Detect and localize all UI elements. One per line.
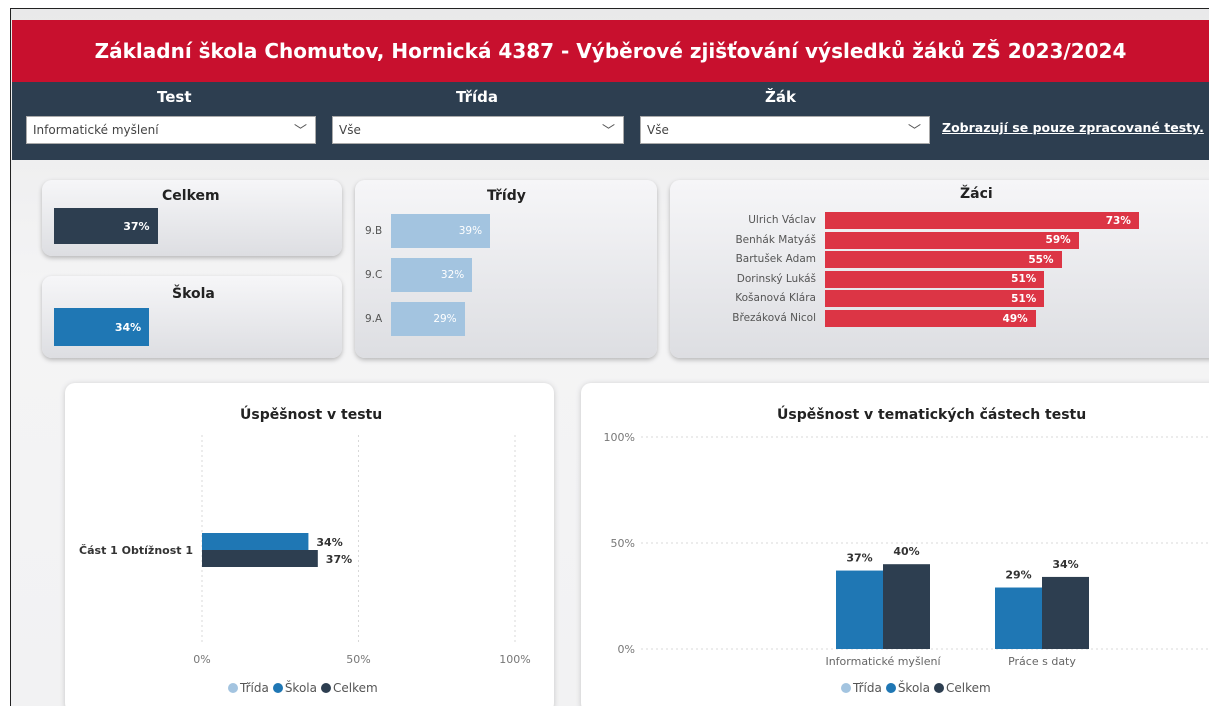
test-success-card: Úspěšnost v testu 0% 50% 100% Část 1 Obtížn… [65, 383, 554, 706]
tridy-bar-9b: 39% [391, 214, 491, 248]
chevron-down-icon[interactable]: ﹀ [294, 120, 307, 139]
zak-name-label: Ulrich Václav [748, 214, 816, 226]
tridy-bar-9a: 29% [391, 302, 465, 336]
tridy-title: Třídy [487, 188, 526, 204]
zak-score-bar[interactable]: 55% [825, 251, 1062, 269]
zak-filter-label: Žák [765, 88, 796, 106]
x-tick-label: 0% [193, 653, 210, 666]
zak-score-value: 51% [1011, 292, 1037, 305]
zak-name-label: Dorinský Lukáš [736, 272, 816, 285]
zak-select-value: Vše [647, 123, 669, 137]
tridy-card: Třídy 9.B 39% 9.C 32% 9.A 29% [355, 180, 657, 358]
y-tick-label: 0% [618, 643, 635, 656]
zak-score-value: 51% [1011, 273, 1037, 286]
legend-item-trida[interactable]: Třída [841, 681, 882, 695]
tridy-label-9b: 9.B [365, 225, 383, 237]
data-label: 34% [316, 536, 342, 549]
processed-tests-note[interactable]: Zobrazují se pouze zpracované testy. [942, 120, 1204, 135]
test-success-chart: 0% 50% 100% Část 1 Obtížnost 1 34% 37% [79, 435, 531, 666]
category-label: Práce s daty [1008, 655, 1076, 668]
data-label: 37% [326, 553, 352, 566]
bar-škola [995, 587, 1042, 649]
trida-select-value: Vše [339, 123, 361, 137]
data-label: 40% [893, 545, 919, 558]
zak-score-value: 55% [1028, 253, 1054, 266]
trida-select[interactable]: Vše ﹀ [332, 116, 624, 144]
legend-item-celkem[interactable]: Celkem [320, 681, 378, 695]
zak-score-bar[interactable]: 59% [825, 231, 1079, 249]
data-label: 37% [846, 552, 872, 565]
thematic-success-legend: Třída Škola Celkem [841, 681, 991, 695]
filter-bar: Test Informatické myšlení ﹀ Třída Vše ﹀ … [12, 82, 1209, 160]
zak-name-label: Košanová Klára [735, 292, 816, 305]
y-tick-label: 50% [611, 537, 635, 550]
bar-celkem [883, 564, 930, 649]
skola-title: Škola [172, 286, 215, 302]
zak-score-value: 73% [1105, 214, 1131, 227]
zak-name-label: Benhák Matyáš [735, 233, 816, 246]
tridy-value-9a: 29% [433, 313, 457, 325]
zak-score-bar[interactable]: 51% [825, 290, 1045, 308]
celkem-title: Celkem [162, 188, 220, 204]
test-select-value: Informatické myšlení [33, 123, 159, 137]
category-label: Část 1 Obtížnost 1 [79, 544, 193, 557]
zak-score-bar[interactable]: 73% [825, 212, 1139, 229]
zak-score-bar[interactable]: 51% [825, 270, 1045, 288]
celkem-value: 37% [123, 219, 150, 233]
report-title-bar: Základní škola Chomutov, Hornická 4387 -… [12, 20, 1209, 82]
bar-celkem [202, 550, 318, 567]
zaci-card: Žáci Ulrich Václav 73% Benhák Matyáš 59% Bar… [670, 180, 1209, 358]
zak-score-value: 49% [1002, 312, 1028, 325]
tridy-value-9b: 39% [458, 225, 483, 237]
zak-score-value: 59% [1045, 234, 1071, 247]
test-select[interactable]: Informatické myšlení ﹀ [26, 116, 316, 144]
zak-score-bar[interactable]: 49% [825, 310, 1036, 327]
x-tick-label: 100% [499, 653, 530, 666]
test-success-legend: Třída Škola Celkem [228, 681, 378, 695]
zak-name-label: Březáková Nicol [732, 312, 816, 324]
thematic-success-card: Úspěšnost v tematických částech testu 0%… [581, 383, 1209, 706]
skola-bar: 34% [54, 308, 150, 346]
data-label: 34% [1052, 558, 1078, 571]
skola-value: 34% [114, 320, 142, 334]
bar-celkem [1042, 576, 1089, 649]
bar-škola [836, 570, 883, 649]
chevron-down-icon[interactable]: ﹀ [602, 120, 615, 139]
celkem-card: Celkem 37% [42, 180, 342, 256]
bar-škola [202, 533, 309, 550]
chevron-down-icon[interactable]: ﹀ [908, 120, 921, 139]
trida-filter-label: Třída [456, 88, 498, 106]
y-tick-label: 100% [604, 431, 635, 444]
report-title: Základní škola Chomutov, Hornická 4387 -… [94, 39, 1127, 63]
data-label: 29% [1005, 569, 1031, 582]
thematic-success-chart: 0% 50% 100% 37% 40% Informatické myšlení 29% 34… [604, 431, 1209, 668]
test-filter-label: Test [157, 88, 192, 106]
zak-select[interactable]: Vše ﹀ [640, 116, 930, 144]
celkem-bar: 37% [54, 208, 158, 244]
tridy-label-9c: 9.C [365, 269, 383, 281]
legend-item-skola[interactable]: Škola [885, 681, 930, 695]
legend-item-trida[interactable]: Třída [228, 681, 269, 695]
tridy-value-9c: 32% [440, 269, 465, 281]
tridy-label-9a: 9.A [365, 313, 383, 325]
legend-item-celkem[interactable]: Celkem [933, 681, 991, 695]
category-label: Informatické myšlení [825, 655, 941, 668]
x-tick-label: 50% [346, 653, 370, 666]
tridy-bar-9c: 32% [391, 258, 473, 292]
legend-item-skola[interactable]: Škola [272, 681, 317, 695]
zak-name-label: Bartušek Adam [735, 253, 816, 266]
skola-card: Škola 34% [42, 276, 342, 358]
zaci-title: Žáci [960, 186, 993, 202]
